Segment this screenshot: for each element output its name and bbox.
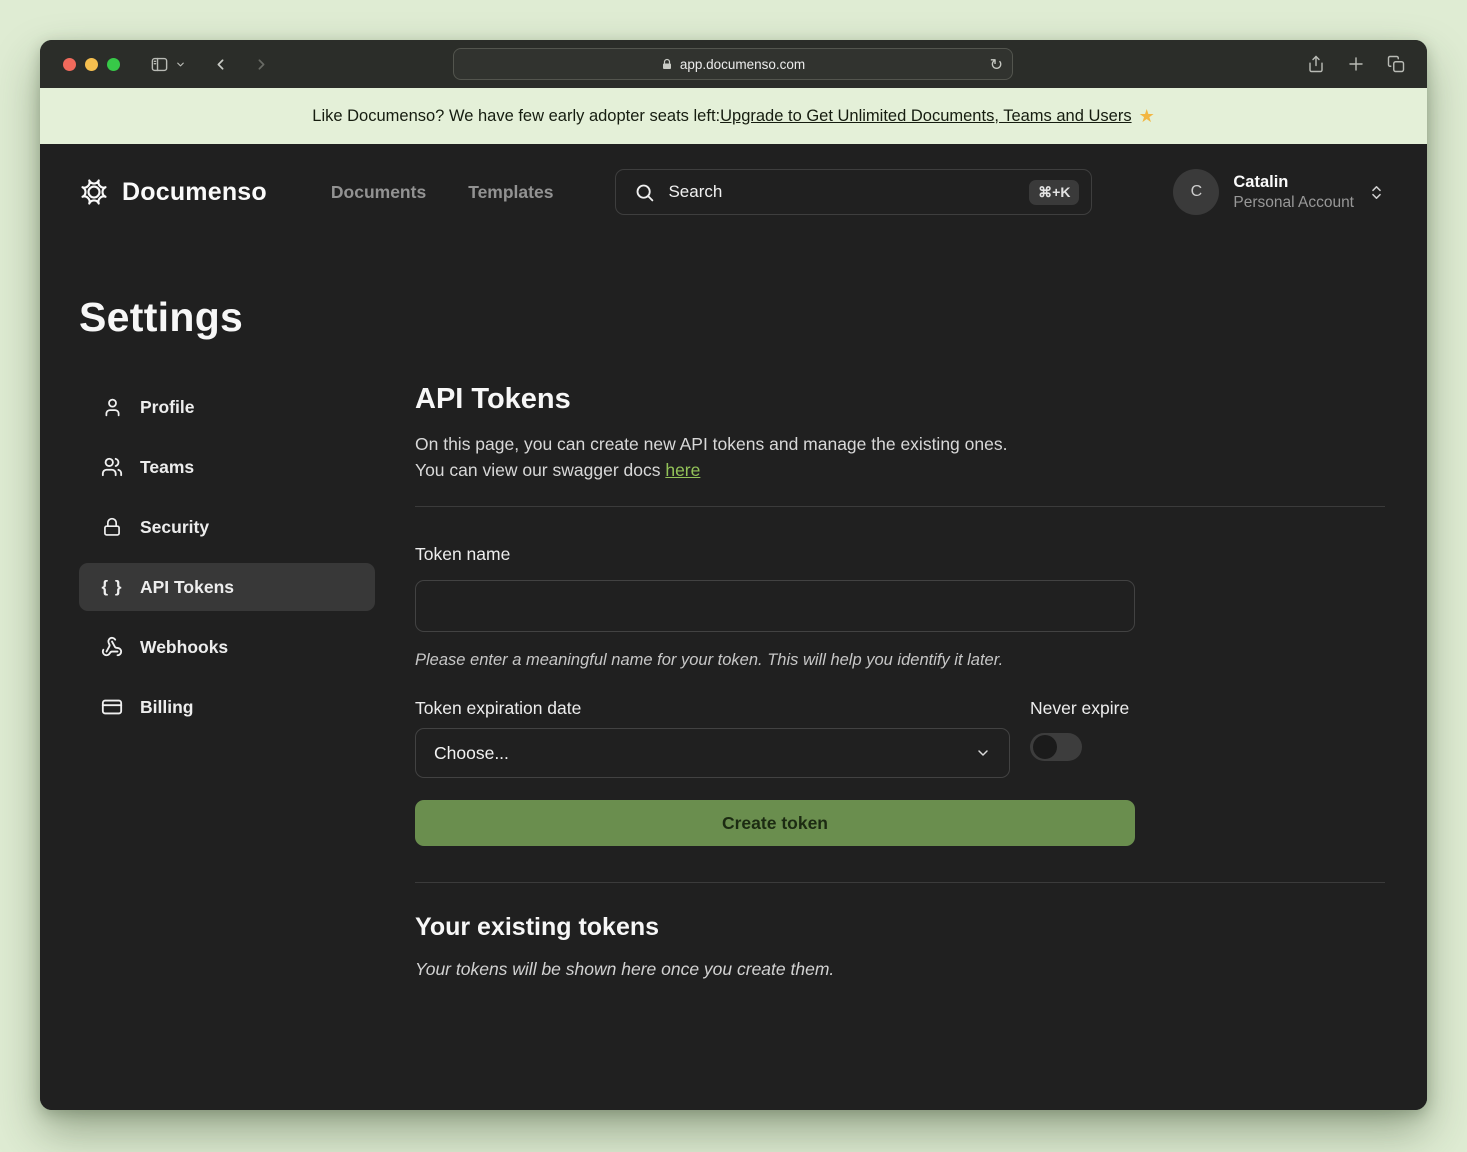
section-heading: API Tokens bbox=[415, 383, 1385, 416]
sidebar-toggle-icon[interactable] bbox=[150, 55, 169, 74]
expiration-select[interactable]: Choose... bbox=[415, 728, 1010, 778]
search-input[interactable]: Search ⌘+K bbox=[615, 169, 1092, 215]
sidebar-item-security[interactable]: Security bbox=[79, 503, 375, 551]
account-type: Personal Account bbox=[1233, 194, 1354, 212]
app-content: Documenso Documents Templates Search ⌘+K… bbox=[40, 144, 1427, 1110]
section-description-line1: On this page, you can create new API tok… bbox=[415, 434, 1007, 454]
tab-group-chevron-icon[interactable] bbox=[175, 59, 186, 70]
lock-icon bbox=[101, 517, 123, 537]
url-text: app.documenso.com bbox=[680, 57, 805, 72]
never-expire-label: Never expire bbox=[1030, 698, 1129, 719]
sidebar-item-api-tokens[interactable]: { } API Tokens bbox=[79, 563, 375, 611]
sidebar-item-teams[interactable]: Teams bbox=[79, 443, 375, 491]
chevron-down-icon bbox=[975, 745, 991, 761]
create-token-button[interactable]: Create token bbox=[415, 800, 1135, 846]
search-shortcut-badge: ⌘+K bbox=[1029, 180, 1079, 205]
users-icon bbox=[101, 456, 123, 478]
search-icon bbox=[634, 182, 655, 203]
braces-icon: { } bbox=[101, 577, 123, 597]
chevrons-up-down-icon bbox=[1368, 184, 1385, 201]
never-expire-toggle[interactable] bbox=[1030, 733, 1082, 761]
reload-icon[interactable]: ↻ bbox=[990, 55, 1003, 75]
minimize-window-button[interactable] bbox=[85, 58, 98, 71]
close-window-button[interactable] bbox=[63, 58, 76, 71]
brand-name: Documenso bbox=[122, 178, 267, 207]
forward-button[interactable] bbox=[253, 56, 270, 73]
webhook-icon bbox=[101, 636, 123, 658]
browser-window: app.documenso.com ↻ Like Documenso? We h… bbox=[40, 40, 1427, 1110]
address-bar[interactable]: app.documenso.com ↻ bbox=[453, 48, 1013, 80]
tls-lock-icon bbox=[661, 58, 673, 71]
token-name-label: Token name bbox=[415, 544, 1385, 565]
sidebar-item-webhooks[interactable]: Webhooks bbox=[79, 623, 375, 671]
token-name-helper: Please enter a meaningful name for your … bbox=[415, 651, 1385, 670]
page-title: Settings bbox=[79, 294, 1427, 341]
app-header: Documenso Documents Templates Search ⌘+K… bbox=[40, 144, 1427, 240]
new-tab-icon[interactable] bbox=[1347, 55, 1365, 73]
expiration-selected-value: Choose... bbox=[434, 743, 975, 764]
section-description-line2: You can view our swagger docs bbox=[415, 460, 665, 480]
divider bbox=[415, 882, 1385, 883]
credit-card-icon bbox=[101, 696, 123, 718]
swagger-docs-link[interactable]: here bbox=[665, 460, 700, 480]
account-menu[interactable]: C Catalin Personal Account bbox=[1173, 169, 1385, 215]
search-placeholder: Search bbox=[668, 182, 1016, 202]
user-icon bbox=[101, 397, 123, 418]
banner-text: Like Documenso? We have few early adopte… bbox=[312, 107, 720, 126]
toggle-knob bbox=[1033, 735, 1057, 759]
nav-documents[interactable]: Documents bbox=[331, 182, 426, 203]
token-name-input[interactable] bbox=[415, 580, 1135, 632]
nav-templates[interactable]: Templates bbox=[468, 182, 553, 203]
upsell-banner: Like Documenso? We have few early adopte… bbox=[40, 88, 1427, 144]
upgrade-link[interactable]: Upgrade to Get Unlimited Documents, Team… bbox=[720, 107, 1131, 126]
brand-logo[interactable]: Documenso bbox=[79, 177, 267, 207]
back-button[interactable] bbox=[212, 56, 229, 73]
existing-tokens-empty-text: Your tokens will be shown here once you … bbox=[415, 959, 1385, 980]
zoom-window-button[interactable] bbox=[107, 58, 120, 71]
sidebar-item-billing[interactable]: Billing bbox=[79, 683, 375, 731]
api-tokens-panel: API Tokens On this page, you can create … bbox=[415, 383, 1385, 980]
browser-chrome: app.documenso.com ↻ bbox=[40, 40, 1427, 88]
expiration-label: Token expiration date bbox=[415, 698, 1010, 719]
account-name: Catalin bbox=[1233, 173, 1354, 192]
traffic-lights bbox=[63, 58, 120, 71]
divider bbox=[415, 506, 1385, 507]
existing-tokens-heading: Your existing tokens bbox=[415, 913, 1385, 942]
settings-sidebar: Profile Teams Security { } API Token bbox=[79, 383, 375, 980]
avatar: C bbox=[1173, 169, 1219, 215]
sidebar-item-profile[interactable]: Profile bbox=[79, 383, 375, 431]
documenso-logo-icon bbox=[79, 177, 109, 207]
top-nav: Documents Templates bbox=[331, 182, 554, 203]
tab-overview-icon[interactable] bbox=[1387, 55, 1405, 73]
share-icon[interactable] bbox=[1307, 55, 1325, 73]
star-icon: ★ bbox=[1139, 106, 1155, 127]
